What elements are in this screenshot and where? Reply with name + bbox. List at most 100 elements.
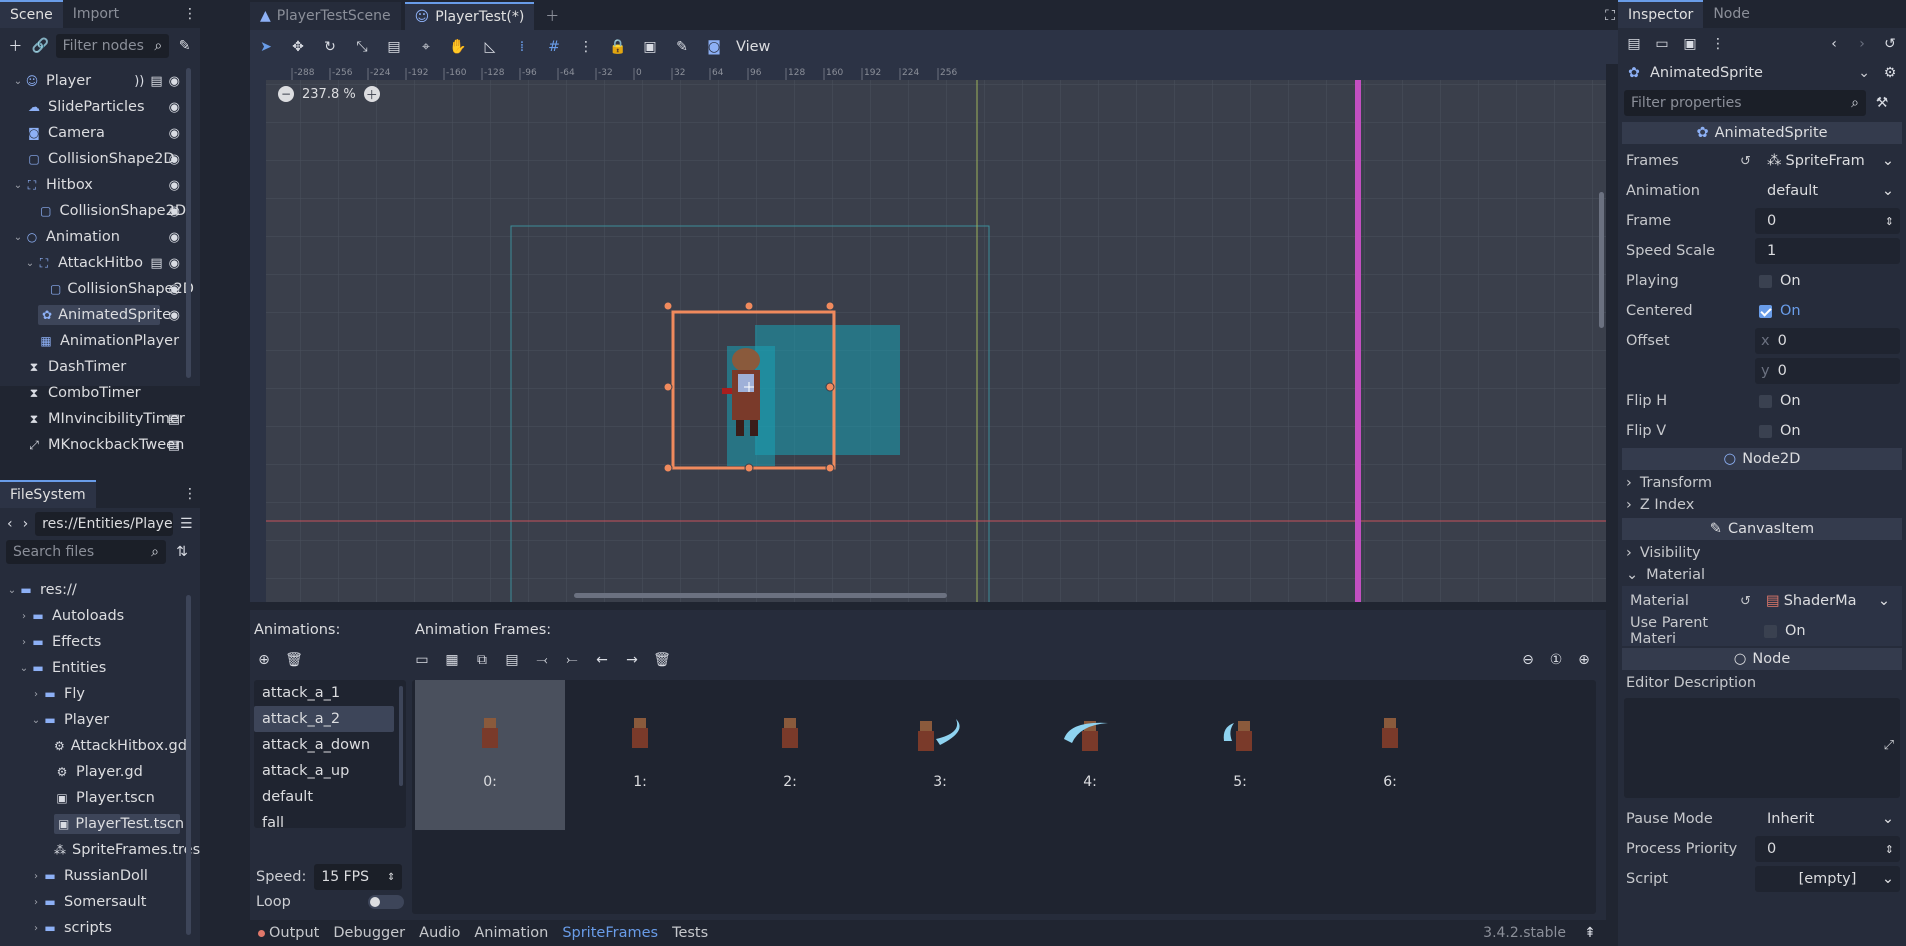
revert-icon[interactable]: ↺	[1740, 154, 1751, 169]
chevron-right-icon[interactable]: ›	[30, 923, 42, 934]
scale-tool-icon[interactable]: ⤡	[352, 37, 372, 57]
chevron-right-icon[interactable]: ›	[30, 689, 42, 700]
zoom-in-icon[interactable]: ＋	[363, 86, 380, 102]
tab-spriteframes[interactable]: SpriteFrames	[562, 925, 658, 941]
file-row[interactable]: ⚙ Player.gd	[6, 759, 186, 785]
more-options-icon[interactable]: ⋮	[1708, 34, 1728, 54]
tree-row[interactable]: ⌄ ⛶ AttackHitbo ▤ ◉	[6, 250, 186, 276]
paste-icon[interactable]: ▤	[502, 650, 522, 670]
file-row[interactable]: › ▬ Somersault	[6, 889, 186, 915]
new-resource-icon[interactable]: ▤	[1624, 34, 1644, 54]
tree-row[interactable]: ⌄ ☺ Player)) ▤ ◉	[6, 68, 186, 94]
smart-snap-icon[interactable]: ⁞	[512, 37, 532, 57]
category-transform[interactable]: › Transform	[1618, 472, 1906, 494]
category-z-index[interactable]: › Z Index	[1618, 494, 1906, 516]
animation-item[interactable]: attack_a_down	[254, 732, 406, 758]
animation-list-scrollbar[interactable]	[399, 686, 403, 786]
tree-row[interactable]: ⌄ ○ Animation ◉	[6, 224, 186, 250]
visibility-eye-icon[interactable]: ◉	[169, 204, 180, 219]
visibility-eye-icon[interactable]: ◉	[169, 126, 180, 141]
tree-row[interactable]: ⧗ DashTimer	[6, 354, 186, 380]
material-resource-picker[interactable]: ▤ ShaderMa ⌄	[1760, 588, 1896, 614]
offset-y-field[interactable]: y0	[1755, 358, 1900, 384]
sort-icon[interactable]: ⇅	[172, 542, 192, 562]
tab-audio[interactable]: Audio	[419, 925, 460, 941]
tab-player-test-scene[interactable]: ▲ PlayerTestScene	[250, 2, 401, 30]
tab-player-test[interactable]: ☺ PlayerTest(*)	[404, 2, 535, 30]
script-resource-picker[interactable]: [empty] ⌄	[1755, 866, 1900, 892]
add-node-icon[interactable]: ＋	[6, 36, 25, 56]
lock-icon[interactable]: 🔒	[608, 37, 628, 57]
frame-cell[interactable]: 3:	[865, 680, 1015, 830]
zoom-out-icon[interactable]: ⊖	[1518, 650, 1538, 670]
file-row[interactable]: › ▬ Autoloads	[6, 603, 186, 629]
zoom-level[interactable]: 237.8 %	[302, 87, 356, 102]
frame-spinbox[interactable]: 0 ⇕	[1755, 208, 1900, 234]
speed-spinbox[interactable]: 15 FPS ⇕	[314, 864, 403, 890]
chevron-down-icon[interactable]: ⌄	[18, 663, 30, 674]
visibility-eye-icon[interactable]: ◉	[169, 100, 180, 115]
animation-item[interactable]: attack_a_up	[254, 758, 406, 784]
ruler-tool-icon[interactable]: ◺	[480, 37, 500, 57]
frame-cell-selected[interactable]: 0:	[415, 680, 565, 830]
split-view-icon[interactable]: ☰	[177, 514, 196, 534]
file-row[interactable]: › ▬ scripts	[6, 915, 186, 941]
chevron-down-icon[interactable]: ⌄	[30, 715, 42, 726]
load-resource-icon[interactable]: ▭	[412, 650, 432, 670]
frame-cell[interactable]: 1:	[565, 680, 715, 830]
tree-row[interactable]: ▢ CollisionShape2D ◉	[6, 146, 186, 172]
pivot-tool-icon[interactable]: ⌖	[416, 37, 436, 57]
file-row[interactable]: ⁂ SpriteFrames.tres	[6, 837, 200, 863]
file-row[interactable]: › ▬ Effects	[6, 629, 186, 655]
tab-import[interactable]: Import	[63, 0, 129, 28]
tree-row[interactable]: ⤢ MKnockbackTween ▤	[6, 432, 186, 458]
visibility-eye-icon[interactable]: ◉	[169, 256, 180, 271]
category-material[interactable]: ⌄ Material	[1618, 564, 1906, 586]
pause-mode-dropdown[interactable]: Inherit ⌄	[1755, 806, 1900, 832]
tree-row[interactable]: ☁ SlideParticles ◉	[6, 94, 186, 120]
tree-row[interactable]: ⧗ ComboTimer	[6, 380, 186, 406]
file-row[interactable]: ▣ Player.tscn	[6, 785, 186, 811]
delete-frame-icon[interactable]: 🗑	[652, 650, 672, 670]
tab-inspector[interactable]: Inspector	[1618, 0, 1704, 28]
chevron-down-icon[interactable]: ⌄	[12, 232, 24, 243]
file-row-selected[interactable]: ▣ PlayerTest.tscn	[6, 811, 186, 837]
animation-item-selected[interactable]: attack_a_2	[254, 706, 394, 732]
list-select-icon[interactable]: ▤	[384, 37, 404, 57]
history-icon[interactable]: ↺	[1880, 34, 1900, 54]
viewport[interactable]: -288 -256 -224 -192 -160 -128 -96 -64 -32 0 32 64 96…	[250, 64, 1606, 602]
frame-cell[interactable]: 5:	[1165, 680, 1315, 830]
rotate-tool-icon[interactable]: ↻	[320, 37, 340, 57]
tab-node[interactable]: Node	[1703, 0, 1760, 28]
category-visibility[interactable]: › Visibility	[1618, 542, 1906, 564]
visibility-eye-icon[interactable]: ◉	[169, 178, 180, 193]
new-tab-icon[interactable]: ＋	[542, 6, 562, 26]
script-icon[interactable]: ▤	[168, 438, 180, 453]
flip-v-checkbox[interactable]: On	[1755, 418, 1900, 444]
expand-panel-icon[interactable]: ⇞	[1580, 923, 1600, 943]
dock-menu-icon[interactable]: ⋮	[180, 484, 200, 504]
frame-cell[interactable]: 4:	[1015, 680, 1165, 830]
file-row[interactable]: ⚙ AttackHitbox.gd	[6, 733, 187, 759]
animation-item[interactable]: attack_a_1	[254, 680, 406, 706]
tree-row[interactable]: ◙ Camera ◉	[6, 120, 186, 146]
camera-override-icon[interactable]: ◙	[704, 37, 724, 57]
chevron-down-icon[interactable]: ⌄	[12, 180, 24, 191]
save-icon[interactable]: ▣	[1680, 34, 1700, 54]
pan-tool-icon[interactable]: ✋	[448, 37, 468, 57]
move-left-icon[interactable]: ←	[592, 650, 612, 670]
bones-icon[interactable]: ✎	[672, 37, 692, 57]
remove-animation-icon[interactable]: 🗑	[284, 650, 304, 670]
file-row[interactable]: › ▬ Fly	[6, 681, 186, 707]
search-files-input[interactable]: Search files ⌕	[6, 540, 166, 564]
tools-icon[interactable]: ⚒	[1872, 93, 1892, 113]
editor-description-field[interactable]: ⤢	[1624, 698, 1900, 798]
offset-x-field[interactable]: x0	[1755, 328, 1900, 354]
spritesheet-icon[interactable]: ▦	[442, 650, 462, 670]
tree-row[interactable]: ⌄ ⛶ Hitbox ◉	[6, 172, 186, 198]
tab-scene[interactable]: Scene	[0, 0, 63, 28]
view-menu[interactable]: View	[736, 39, 770, 55]
path-field[interactable]: res://Entities/Player/Pl	[35, 512, 173, 536]
visibility-eye-icon[interactable]: ◉	[169, 74, 180, 89]
visibility-eye-icon[interactable]: ◉	[169, 282, 180, 297]
